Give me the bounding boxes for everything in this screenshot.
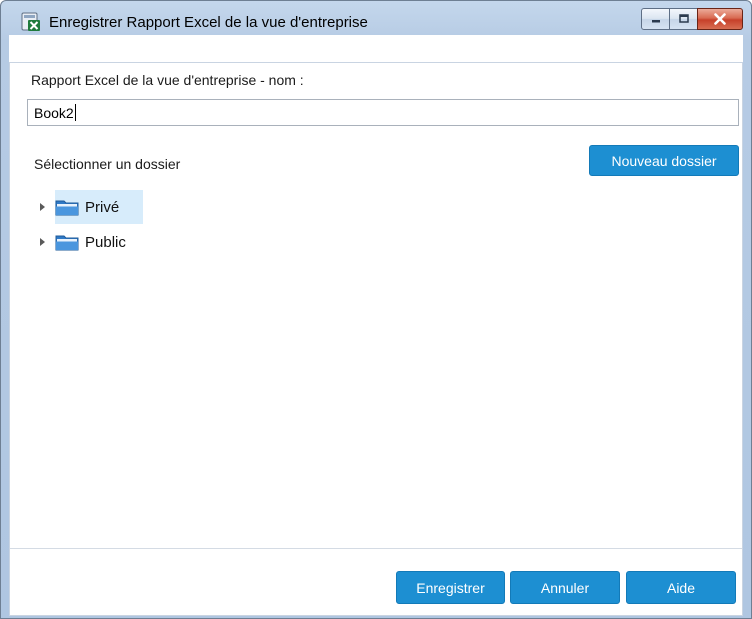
tree-item-public-selection[interactable]: Public — [55, 225, 150, 259]
window-controls — [641, 8, 743, 30]
tree-item-label: Privé — [85, 198, 120, 216]
close-button[interactable] — [697, 8, 743, 30]
minimize-button[interactable] — [641, 8, 670, 30]
footer-divider — [10, 548, 742, 549]
report-name-input[interactable]: Book2 — [27, 99, 739, 126]
save-dialog-window: Enregistrer Rapport Excel de la vue d'en… — [0, 0, 752, 619]
content-area-top — [9, 35, 743, 63]
expand-arrow-icon[interactable] — [40, 203, 45, 211]
window-title: Enregistrer Rapport Excel de la vue d'en… — [49, 14, 368, 31]
select-folder-label: Sélectionner un dossier — [34, 156, 181, 172]
report-name-value: Book2 — [34, 104, 74, 121]
new-folder-button[interactable]: Nouveau dossier — [589, 145, 739, 176]
expand-arrow-icon[interactable] — [40, 238, 45, 246]
save-button[interactable]: Enregistrer — [396, 571, 505, 604]
title-bar[interactable]: Enregistrer Rapport Excel de la vue d'en… — [1, 1, 751, 35]
maximize-button[interactable] — [669, 8, 698, 30]
minimize-icon — [651, 20, 660, 23]
tree-item-prive-selection[interactable]: Privé — [55, 190, 144, 224]
tree-item-prive[interactable]: Privé — [33, 190, 144, 224]
close-icon — [714, 13, 726, 25]
folder-icon — [55, 200, 79, 215]
folder-icon — [55, 235, 79, 250]
maximize-icon — [678, 14, 689, 23]
tree-item-label: Public — [85, 233, 126, 251]
tree-item-public[interactable]: Public — [33, 225, 150, 259]
text-caret — [74, 104, 76, 121]
report-name-label: Rapport Excel de la vue d'entreprise - n… — [31, 72, 304, 88]
cancel-button[interactable]: Annuler — [510, 571, 620, 604]
excel-report-icon — [21, 12, 40, 31]
help-button[interactable]: Aide — [626, 571, 736, 604]
